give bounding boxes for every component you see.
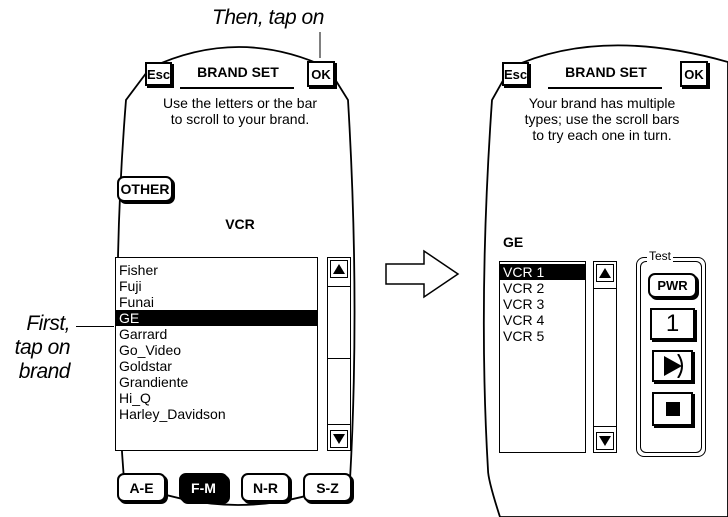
digit-button[interactable]: 1	[650, 308, 695, 340]
type-list-item-selected[interactable]: VCR 1	[500, 264, 585, 280]
type-list-item[interactable]: VCR 4	[500, 312, 585, 328]
type-list-item[interactable]: VCR 3	[500, 296, 585, 312]
play-icon	[663, 354, 683, 378]
type-list[interactable]: VCR 1 VCR 2 VCR 3 VCR 4 VCR 5	[499, 261, 586, 453]
esc-button-2[interactable]: Esc	[502, 62, 529, 86]
test-label: Test	[647, 249, 674, 263]
ok-button-2[interactable]: OK	[680, 61, 708, 87]
scroll-up-button-2[interactable]	[596, 264, 614, 282]
scroll-down-button-2[interactable]	[596, 432, 614, 450]
pwr-button[interactable]: PWR	[648, 273, 697, 298]
screen2-instructions: Your brand has multiple types; use the s…	[512, 95, 692, 143]
screen2-instruction-line-3: to try each one in turn.	[532, 127, 672, 143]
type-list-item[interactable]: VCR 2	[500, 280, 585, 296]
play-button[interactable]	[652, 350, 693, 382]
triangle-down-icon	[599, 436, 611, 446]
brand-label: GE	[503, 234, 524, 250]
screen2-instruction-line-1: Your brand has multiple	[528, 95, 676, 111]
screen2-title-underline	[548, 87, 662, 89]
screen2-title: BRAND SET	[565, 64, 647, 80]
stop-icon	[665, 402, 680, 416]
scroll-divider	[594, 288, 616, 289]
stop-button[interactable]	[652, 392, 693, 426]
type-list-item[interactable]: VCR 5	[500, 328, 585, 344]
scroll-divider	[594, 426, 616, 427]
type-scrollbar[interactable]	[593, 261, 617, 453]
screen2-instruction-line-2: types; use the scroll bars	[524, 111, 680, 127]
triangle-up-icon	[599, 268, 611, 278]
